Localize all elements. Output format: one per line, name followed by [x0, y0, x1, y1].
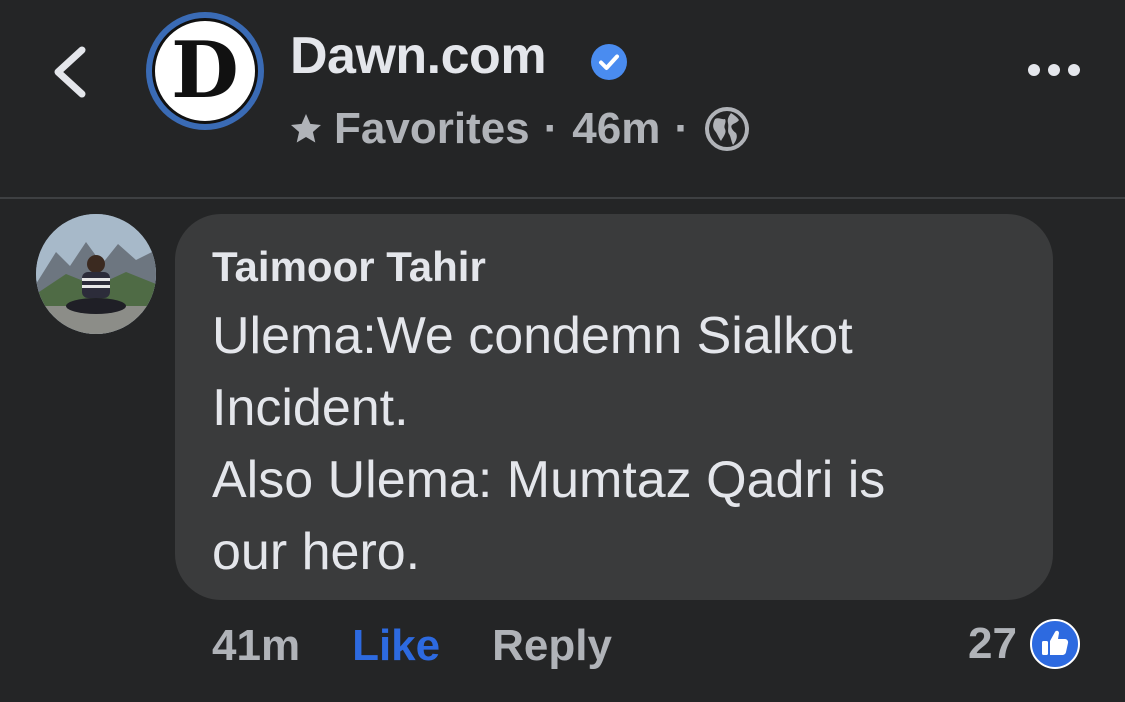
star-icon: [291, 114, 321, 143]
reaction-count: 27: [968, 619, 1017, 668]
audience-label[interactable]: Favorites: [334, 104, 530, 154]
meta-separator: ·: [543, 104, 559, 153]
post-time[interactable]: 46m: [572, 104, 660, 154]
verified-badge-icon: [591, 44, 627, 80]
comment-text: Ulema:We condemn Sialkot Incident. Also …: [212, 307, 886, 581]
logo-letter: D: [171, 25, 239, 116]
comment-bubble: Taimoor Tahir Ulema:We condemn Sialkot I…: [175, 214, 1053, 600]
reply-button[interactable]: Reply: [492, 621, 612, 671]
meta-separator: ·: [674, 104, 690, 153]
more-dots-icon[interactable]: [1026, 58, 1082, 82]
like-button[interactable]: Like: [352, 621, 440, 671]
page-name[interactable]: Dawn.com: [290, 26, 547, 86]
back-chevron-icon[interactable]: [44, 40, 104, 104]
logo-inner: D: [152, 18, 258, 124]
post-meta: Favorites · 46m ·: [288, 104, 751, 154]
comment-time[interactable]: 41m: [212, 621, 300, 671]
comment-actions: 41m Like Reply: [212, 616, 612, 676]
post-header: D Dawn.com Favorites · 46m ·: [0, 0, 1125, 198]
header-divider: [0, 197, 1125, 199]
comment-author[interactable]: Taimoor Tahir: [212, 240, 1017, 294]
page-logo[interactable]: D: [146, 12, 264, 130]
avatar-photo: [36, 214, 156, 334]
like-reaction-icon: [1029, 619, 1080, 669]
reaction-summary[interactable]: 27: [968, 612, 1081, 676]
globe-icon: [705, 107, 750, 151]
avatar[interactable]: [36, 214, 156, 334]
